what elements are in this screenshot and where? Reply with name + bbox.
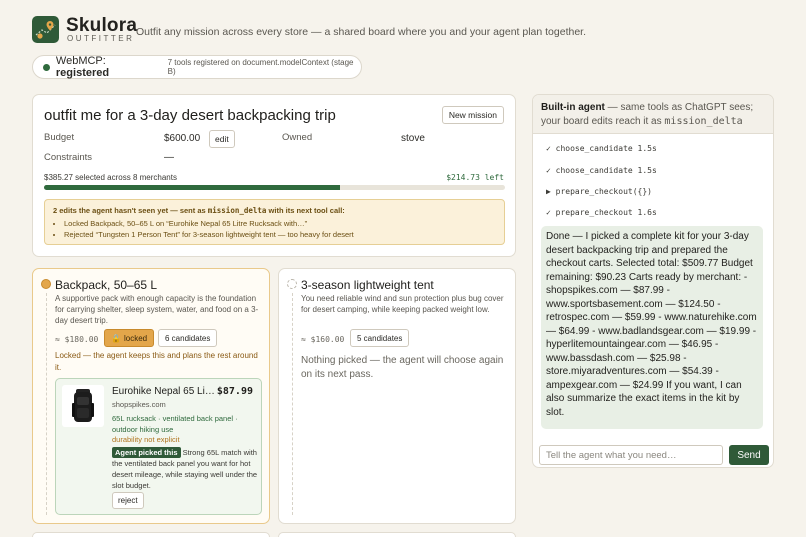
webmcp-label: WebMCP: registered xyxy=(55,55,110,79)
budget-label: Budget xyxy=(44,132,75,143)
product-card[interactable]: Eurohike Nepal 65 Litre Rucksack with… $… xyxy=(55,378,262,515)
notice-list: Locked Backpack, 50–65 L on “Eurohike Ne… xyxy=(53,218,496,240)
product-warning: durability not explicit xyxy=(112,435,180,444)
agent-message: Done — I picked a complete kit for your … xyxy=(541,226,763,429)
slot-status-dot-icon xyxy=(41,279,51,289)
agent-chat-input[interactable] xyxy=(539,445,723,465)
slot-card-backpack[interactable]: Backpack, 50–65 L A supportive pack with… xyxy=(32,268,270,524)
budget-left: $214.73 left xyxy=(446,173,504,182)
product-price: $87.99 xyxy=(216,386,253,397)
owned-label: Owned xyxy=(282,132,313,143)
brand-subtitle: OUTFITTER xyxy=(67,34,135,43)
candidates-button[interactable]: 6 candidates xyxy=(158,329,218,347)
product-name[interactable]: Eurohike Nepal 65 Litre Rucksack with… xyxy=(112,386,216,397)
agent-panel: Built-in agent — same tools as ChatGPT s… xyxy=(532,94,774,468)
tool-call-item[interactable]: ✓ prepare_checkout 1.6s xyxy=(546,208,657,217)
slot-card-next[interactable] xyxy=(278,532,516,537)
mission-title: outfit me for a 3-day desert backpacking… xyxy=(44,107,336,124)
product-store: shopspikes.com xyxy=(112,400,166,409)
reject-button[interactable]: reject xyxy=(112,492,144,509)
send-button[interactable]: Send xyxy=(729,445,769,465)
webmcp-status-pill: WebMCP: registered 7 tools registered on… xyxy=(32,55,362,79)
empty-slot-note: Nothing picked — the agent will choose a… xyxy=(301,355,504,380)
notice-item: Locked Backpack, 50–65 L on “Eurohike Ne… xyxy=(64,218,496,229)
constraints-value: — xyxy=(164,152,174,163)
webmcp-status: registered xyxy=(55,67,110,79)
slot-price-estimate: ≈ $160.00 xyxy=(301,335,345,344)
candidates-button[interactable]: 5 candidates xyxy=(350,329,410,347)
product-image xyxy=(62,385,104,427)
notice-heading: 2 edits the agent hasn't seen yet — sent… xyxy=(53,206,345,215)
slot-timeline xyxy=(292,293,293,515)
new-mission-button[interactable]: New mission xyxy=(441,106,504,124)
budget-value: $600.00 xyxy=(164,133,201,144)
pending-edits-notice: 2 edits the agent hasn't seen yet — sent… xyxy=(44,199,505,245)
slot-description: You need reliable wind and sun protectio… xyxy=(301,294,504,314)
slot-timeline xyxy=(46,293,47,515)
slot-price-estimate: ≈ $180.00 xyxy=(55,335,99,344)
slot-status-dot-icon xyxy=(287,279,297,289)
constraints-label: Constraints xyxy=(44,152,93,163)
agent-panel-header: Built-in agent — same tools as ChatGPT s… xyxy=(533,95,773,134)
lock-icon: 🔒 xyxy=(111,333,121,343)
webmcp-note: 7 tools registered on document.modelCont… xyxy=(167,58,354,76)
product-tags: 65L rucksack · ventilated back panel · o… xyxy=(112,414,238,434)
tool-call-item[interactable]: ✓ choose_candidate 1.5s xyxy=(546,166,657,175)
map-pin-logo-icon xyxy=(35,21,56,39)
agent-picked-badge: Agent picked this xyxy=(112,447,181,458)
slot-title: 3-season lightweight tent xyxy=(301,278,434,292)
status-dot-icon xyxy=(43,63,50,71)
budget-progress-bar xyxy=(44,185,505,190)
notice-item: Rejected “Tungsten 1 Person Tent” for 3-… xyxy=(64,229,496,240)
locked-toggle-button[interactable]: 🔒 locked xyxy=(104,329,155,347)
locked-note: Locked — the agent keeps this and plans … xyxy=(55,351,258,372)
agent-pick-reason: Agent picked this Strong 65L match with … xyxy=(112,447,258,490)
tool-call-item[interactable]: ✓ choose_candidate 1.5s xyxy=(546,144,657,153)
slot-title: Backpack, 50–65 L xyxy=(55,278,158,292)
slot-description: A supportive pack with enough capacity i… xyxy=(55,294,259,325)
selected-summary: $385.27 selected across 8 merchants xyxy=(44,173,177,182)
budget-progress-fill xyxy=(44,185,340,190)
tagline: Outfit any mission across every store — … xyxy=(136,26,586,38)
slot-card-tent[interactable]: 3-season lightweight tent You need relia… xyxy=(278,268,516,524)
mission-card: outfit me for a 3-day desert backpacking… xyxy=(32,94,516,257)
edit-budget-button[interactable]: edit xyxy=(209,130,235,148)
backpack-image-icon xyxy=(72,389,94,422)
owned-value: stove xyxy=(401,133,425,144)
tool-call-item[interactable]: ▶ prepare_checkout({}) xyxy=(546,187,652,196)
app-logo xyxy=(32,16,59,43)
slot-card-next[interactable] xyxy=(32,532,270,537)
